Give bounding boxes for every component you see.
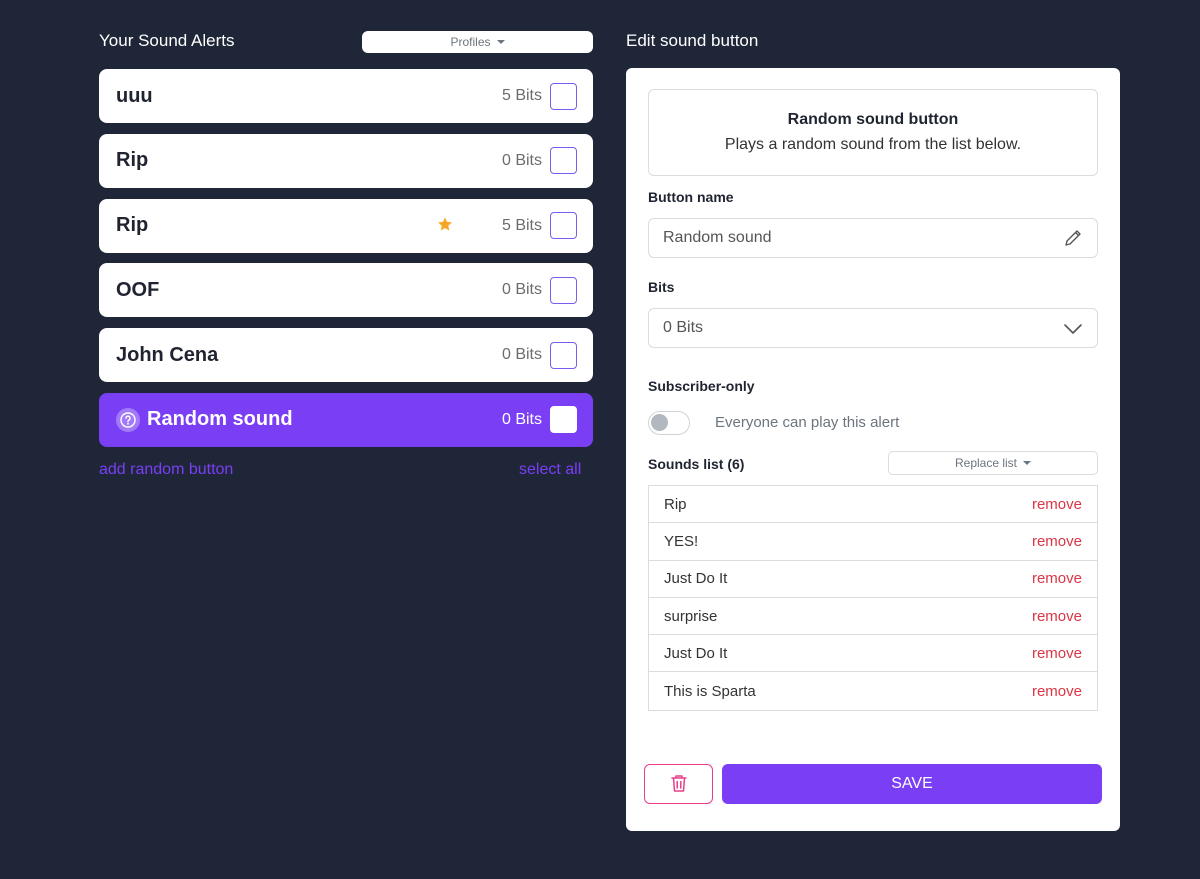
sounds-list: Rip remove YES! remove Just Do It remove… [648,485,1098,711]
remove-sound-link[interactable]: remove [1032,496,1082,513]
alert-bits: 0 Bits [501,151,542,169]
save-button[interactable]: SAVE [722,764,1102,804]
alert-bits: 5 Bits [501,216,542,234]
caret-down-icon [496,40,505,44]
button-name-label: Button name [648,189,734,205]
toggle-knob [651,414,668,431]
info-title: Random sound button [787,111,959,128]
delete-button[interactable] [644,764,713,804]
star-icon [437,216,453,235]
sound-list-item: Just Do It remove [649,635,1097,673]
chevron-down-icon [1063,320,1083,343]
sound-name: Just Do It [664,644,728,662]
sound-name: YES! [664,532,699,550]
button-name-value: Random sound [663,229,772,246]
alert-checkbox[interactable] [550,147,577,175]
alert-checkbox[interactable] [550,341,577,369]
sound-alert-item[interactable]: uuu 5 Bits [99,69,593,123]
add-random-button-link[interactable]: add random button [99,461,233,479]
alert-name: uuu [116,84,153,107]
alert-name: John Cena [116,343,219,366]
profiles-label: Profiles [450,35,491,49]
alert-name: Random sound [147,408,293,431]
alert-checkbox[interactable] [550,82,577,110]
pencil-icon[interactable] [1063,228,1083,253]
remove-sound-link[interactable]: remove [1032,570,1082,587]
trash-icon [670,773,688,796]
remove-sound-link[interactable]: remove [1032,683,1082,700]
sound-alert-item-selected[interactable]: Random sound 0 Bits [99,392,593,447]
sound-list-item: YES! remove [649,523,1097,561]
subscriber-only-toggle[interactable] [648,411,690,435]
subscriber-toggle-text: Everyone can play this alert [715,414,900,431]
sound-alert-item[interactable]: John Cena 0 Bits [99,328,593,383]
bits-select[interactable]: 0 Bits [648,308,1098,348]
sound-alert-list: uuu 5 Bits Rip 0 Bits Rip 5 Bits OOF 0 B… [99,69,593,458]
sound-list-item: This is Sparta remove [649,672,1097,709]
remove-sound-link[interactable]: remove [1032,533,1082,550]
sound-name: Just Do It [664,570,728,588]
sound-alert-item[interactable]: Rip 5 Bits [99,198,593,253]
alert-checkbox[interactable] [550,212,577,240]
sound-name: surprise [664,607,718,625]
subscriber-only-label: Subscriber-only [648,378,755,394]
sound-alert-item[interactable]: Rip 0 Bits [99,133,593,188]
caret-down-icon [1023,461,1032,465]
remove-sound-link[interactable]: remove [1032,645,1082,662]
replace-list-dropdown-button[interactable]: Replace list [888,451,1098,475]
sound-alerts-title: Your Sound Alerts [99,31,235,50]
sound-name: Rip [664,495,687,513]
profiles-dropdown-button[interactable]: Profiles [362,31,593,53]
sound-list-item: Just Do It remove [649,561,1097,598]
alert-checkbox[interactable] [550,406,577,434]
alert-name: OOF [116,278,160,301]
alert-bits: 5 Bits [501,87,542,104]
random-info-box: Random sound button Plays a random sound… [648,89,1098,176]
alert-bits: 0 Bits [501,346,542,364]
bits-label: Bits [648,279,675,295]
button-name-input[interactable]: Random sound [648,218,1098,258]
edit-panel-title: Edit sound button [626,31,759,50]
alert-name: Rip [116,149,149,172]
bits-selected-value: 0 Bits [663,319,704,336]
edit-sound-panel: Random sound button Plays a random sound… [626,68,1120,831]
sound-list-item: Rip remove [649,486,1097,524]
select-all-link[interactable]: select all [519,461,581,479]
alert-bits: 0 Bits [501,281,542,299]
sound-list-item: surprise remove [649,598,1097,636]
alert-name: Rip [116,214,149,237]
question-icon [116,407,140,432]
sound-alert-item[interactable]: OOF 0 Bits [99,263,593,318]
sound-name: This is Sparta [664,682,756,700]
alert-bits: 0 Bits [501,410,542,428]
remove-sound-link[interactable]: remove [1032,608,1082,625]
info-subtitle: Plays a random sound from the list below… [724,136,1022,153]
sounds-list-label: Sounds list (6) [648,456,745,472]
alert-checkbox[interactable] [550,276,577,304]
replace-list-label: Replace list [954,456,1018,470]
